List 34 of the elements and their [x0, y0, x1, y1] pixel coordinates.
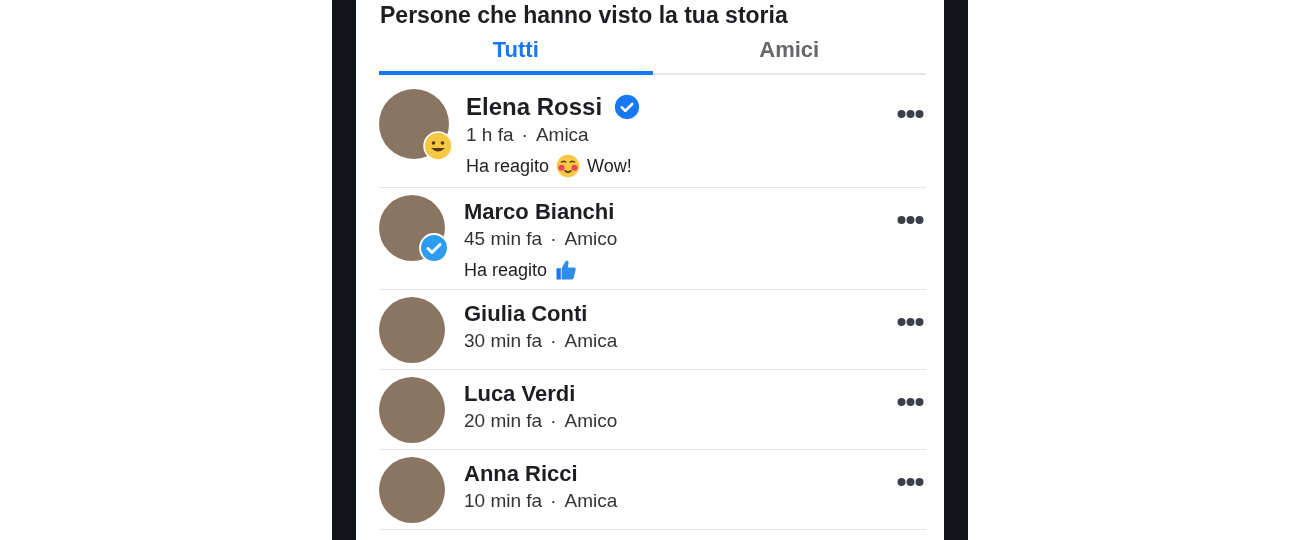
more-button[interactable]: [897, 215, 924, 225]
view-time: 20 min fa: [464, 410, 543, 432]
viewer-name: Luca Verdi: [464, 381, 576, 407]
view-time: 30 min fa: [464, 330, 543, 352]
more-button[interactable]: [897, 109, 924, 119]
separator-dot: ·: [550, 490, 557, 512]
view-time: 45 min fa: [464, 228, 543, 250]
verified-badge-icon: [419, 233, 449, 263]
view-time: 1 h fa: [466, 124, 514, 146]
tab[interactable]: Tutti: [379, 37, 653, 75]
relation-label: Amica: [535, 124, 589, 146]
viewer-name: Anna Ricci: [464, 461, 578, 487]
reaction-text: Ha reagito: [466, 155, 550, 177]
viewer-name: Elena Rossi: [466, 93, 603, 121]
relation-label: Amico: [564, 228, 618, 250]
separator-dot: ·: [550, 228, 557, 250]
tab[interactable]: Amici: [652, 37, 926, 75]
separator-dot: ·: [550, 330, 557, 352]
page-title: Persone che hanno visto la tua storia: [379, 1, 789, 29]
smiley-icon: [423, 131, 453, 161]
view-time: 10 min fa: [464, 490, 543, 512]
emoji-face-icon: [555, 153, 582, 179]
more-button[interactable]: [897, 477, 924, 487]
relation-label: Amica: [564, 490, 618, 512]
separator-dot: ·: [550, 410, 557, 432]
viewer-name: Giulia Conti: [464, 301, 588, 327]
relation-label: Amica: [564, 330, 618, 352]
relation-label: Amico: [564, 410, 618, 432]
more-button[interactable]: [897, 317, 924, 327]
viewer-name: Marco Bianchi: [464, 199, 615, 225]
more-button[interactable]: [897, 397, 924, 407]
reaction-label: Wow!: [587, 155, 632, 177]
reaction-text: Ha reagito: [464, 259, 548, 281]
separator-dot: ·: [521, 124, 528, 146]
